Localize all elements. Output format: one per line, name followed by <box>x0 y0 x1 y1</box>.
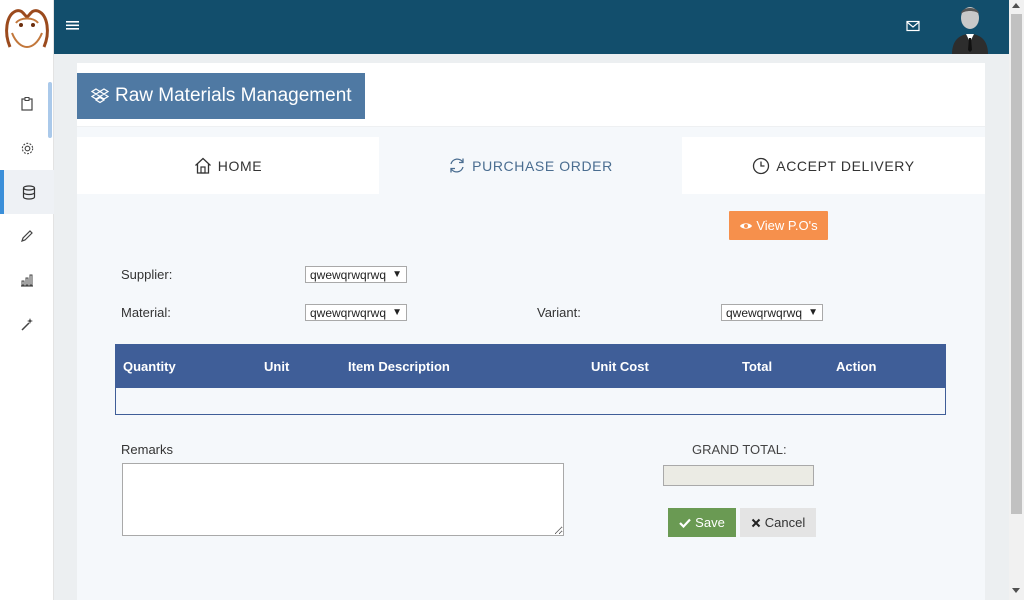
sidebar <box>0 0 54 600</box>
column-item-description: Item Description <box>348 359 450 374</box>
remarks-textarea[interactable] <box>122 463 564 536</box>
sidebar-scrollbar[interactable] <box>48 82 52 138</box>
mail-icon <box>906 20 920 32</box>
column-total: Total <box>742 359 773 374</box>
material-select-value: qwewqrwqrwq <box>310 305 387 320</box>
messages-button[interactable] <box>906 19 920 37</box>
check-icon <box>679 518 691 528</box>
app-logo[interactable] <box>0 0 54 54</box>
dropbox-icon <box>91 88 109 104</box>
panel-header: Raw Materials Management <box>77 63 985 127</box>
scroll-down-arrow-icon[interactable] <box>1012 588 1020 593</box>
menu-toggle-button[interactable] <box>66 18 80 32</box>
grand-total-field <box>663 465 814 486</box>
gear-icon <box>21 142 33 154</box>
tab-purchase-order-label: PURCHASE ORDER <box>472 157 613 174</box>
sidebar-item-reports[interactable] <box>0 258 54 302</box>
column-unit-cost: Unit Cost <box>591 359 649 374</box>
supplier-select[interactable]: qwewqrwqrwq ▼ <box>305 266 407 283</box>
tab-bar: HOME PURCHASE ORDER ACCEPT DELIVERY <box>77 137 985 194</box>
sidebar-item-clipboard[interactable] <box>0 82 54 126</box>
clock-icon <box>753 157 770 174</box>
database-icon <box>22 184 36 200</box>
table-header: Quantity Unit Item Description Unit Cost… <box>116 345 945 388</box>
dropdown-arrow-icon: ▼ <box>808 307 818 318</box>
pencil-icon <box>21 230 33 242</box>
dropdown-arrow-icon: ▼ <box>392 307 402 318</box>
view-pos-label: View P.O's <box>756 218 818 233</box>
dropdown-arrow-icon: ▼ <box>392 269 402 280</box>
top-navbar <box>54 0 1009 54</box>
tab-accept-delivery[interactable]: ACCEPT DELIVERY <box>682 137 985 194</box>
variant-select-value: qwewqrwqrwq <box>726 305 803 320</box>
sidebar-item-edit[interactable] <box>0 214 54 258</box>
page-title-badge: Raw Materials Management <box>77 73 365 119</box>
save-button[interactable]: Save <box>668 508 736 537</box>
grand-total-label: GRAND TOTAL: <box>692 442 787 457</box>
save-label: Save <box>695 515 725 530</box>
supplier-select-value: qwewqrwqrwq <box>310 267 387 282</box>
tab-purchase-order[interactable]: PURCHASE ORDER <box>379 137 682 194</box>
page-scrollbar[interactable] <box>1009 0 1024 600</box>
column-unit: Unit <box>264 359 290 374</box>
variant-select[interactable]: qwewqrwqrwq ▼ <box>721 304 823 321</box>
remarks-label: Remarks <box>121 442 174 457</box>
variant-label: Variant: <box>537 305 581 320</box>
tab-home[interactable]: HOME <box>77 137 379 194</box>
cancel-label: Cancel <box>764 515 806 530</box>
cancel-button[interactable]: Cancel <box>740 508 816 537</box>
tab-accept-delivery-label: ACCEPT DELIVERY <box>776 157 915 174</box>
clipboard-icon <box>21 97 33 111</box>
material-select[interactable]: qwewqrwqrwq ▼ <box>305 304 407 321</box>
view-pos-button[interactable]: View P.O's <box>729 211 828 240</box>
column-quantity: Quantity <box>123 359 176 374</box>
hamburger-icon <box>66 21 79 30</box>
eye-icon <box>740 222 753 229</box>
user-avatar[interactable] <box>948 2 992 54</box>
bar-chart-icon <box>21 274 33 287</box>
sidebar-item-raw-materials[interactable] <box>0 170 54 214</box>
scroll-thumb[interactable] <box>1011 14 1022 514</box>
close-icon <box>751 518 760 527</box>
purchase-items-table: Quantity Unit Item Description Unit Cost… <box>115 344 946 415</box>
page-title: Raw Materials Management <box>115 85 352 106</box>
sidebar-item-settings[interactable] <box>0 126 54 170</box>
refresh-icon <box>450 158 464 173</box>
column-action: Action <box>836 359 877 374</box>
material-label: Material: <box>121 305 171 320</box>
supplier-label: Supplier: <box>121 267 173 282</box>
scroll-up-arrow-icon[interactable] <box>1012 3 1020 8</box>
tab-home-label: HOME <box>217 157 263 174</box>
magic-wand-icon <box>21 318 33 331</box>
home-icon <box>194 157 211 174</box>
sidebar-item-tools[interactable] <box>0 302 54 346</box>
main-panel: Raw Materials Management HOME PURCHASE O… <box>77 63 985 600</box>
